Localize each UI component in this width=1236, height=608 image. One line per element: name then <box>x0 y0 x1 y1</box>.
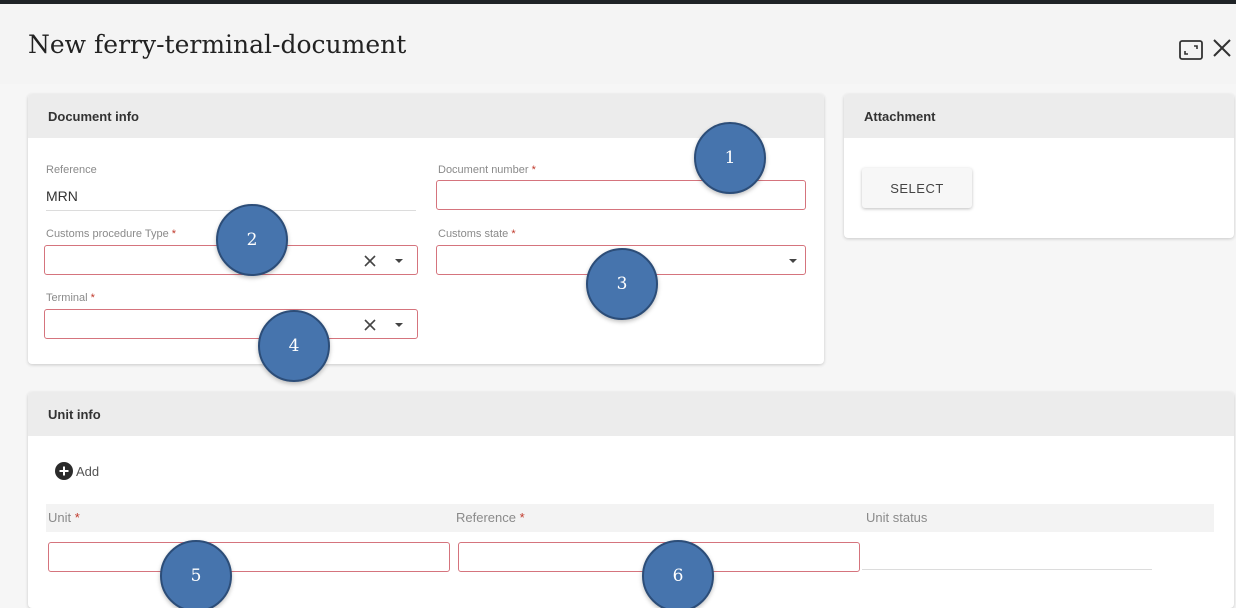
required-asterisk: * <box>519 510 525 525</box>
customs-procedure-type-label-text: Customs procedure Type <box>46 228 169 240</box>
customs-state-label-text: Customs state <box>438 228 509 240</box>
required-asterisk: * <box>74 510 80 525</box>
clear-x-icon[interactable] <box>363 254 377 268</box>
column-header-reference: Reference * <box>456 510 525 525</box>
dialog-title: New ferry-terminal-document <box>28 30 407 59</box>
column-label: Reference <box>456 510 516 525</box>
required-asterisk: * <box>511 228 516 240</box>
required-asterisk: * <box>531 164 536 176</box>
select-attachment-button[interactable]: SELECT <box>862 168 972 208</box>
unit-status-field <box>862 569 1152 570</box>
column-label: Unit <box>48 510 72 525</box>
add-unit-button[interactable]: Add <box>54 460 99 482</box>
terminal-label-text: Terminal <box>46 292 88 304</box>
terminal-select[interactable] <box>44 309 418 339</box>
chevron-down-icon[interactable] <box>787 257 799 265</box>
dialog-body: Document info Reference MRN Document num… <box>0 84 1236 608</box>
add-label: Add <box>76 463 100 479</box>
close-icon[interactable] <box>1208 34 1236 62</box>
callout-marker-2: 2 <box>216 204 288 276</box>
column-header-unit-status: Unit status <box>866 510 927 525</box>
attachment-heading: Attachment <box>844 94 1234 138</box>
document-number-label-text: Document number <box>438 164 529 176</box>
callout-marker-4: 4 <box>258 310 330 382</box>
reference-value: MRN <box>46 188 78 204</box>
attachment-card: Attachment SELECT <box>844 94 1234 238</box>
callout-marker-6: 6 <box>642 540 714 608</box>
column-header-unit: Unit * <box>48 510 80 525</box>
terminal-label: Terminal * <box>46 292 95 304</box>
dialog-header: New ferry-terminal-document <box>0 4 1236 84</box>
clear-x-icon[interactable] <box>363 318 377 332</box>
required-asterisk: * <box>90 292 95 304</box>
reference-label-text: Reference <box>46 164 97 176</box>
unit-info-heading: Unit info <box>28 392 1234 436</box>
customs-procedure-type-label: Customs procedure Type * <box>46 228 176 240</box>
callout-marker-3: 3 <box>586 248 658 320</box>
customs-state-label: Customs state * <box>438 228 516 240</box>
chevron-down-icon[interactable] <box>393 257 405 265</box>
plus-circle-icon <box>55 462 73 480</box>
unit-table-header: Unit * Reference * Unit status <box>46 504 1214 532</box>
callout-marker-5: 5 <box>160 540 232 608</box>
expand-icon[interactable] <box>1178 37 1204 63</box>
unit-input[interactable] <box>48 542 450 572</box>
chevron-down-icon[interactable] <box>393 321 405 329</box>
reference-label: Reference <box>46 164 97 176</box>
document-number-label: Document number * <box>438 164 536 176</box>
column-label: Unit status <box>866 510 928 525</box>
callout-marker-1: 1 <box>694 122 766 194</box>
required-asterisk: * <box>171 228 177 240</box>
